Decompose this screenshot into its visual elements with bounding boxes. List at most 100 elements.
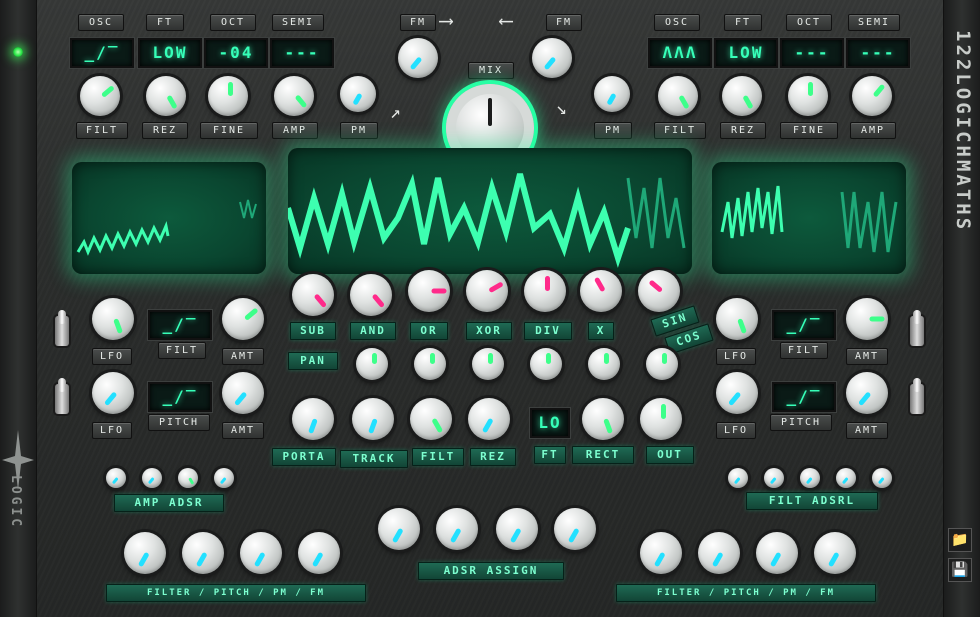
x-label: X [588, 322, 614, 340]
right-amt1-knob[interactable] [843, 295, 891, 343]
osc2-fm-knob[interactable] [529, 35, 575, 81]
left-assign-pm-knob[interactable] [237, 529, 285, 577]
osc1-scope [72, 162, 266, 274]
xor-label: XOR [466, 322, 512, 340]
left-assign-fm-knob[interactable] [295, 529, 343, 577]
pan-knob-4[interactable] [527, 345, 565, 383]
sincos-knob[interactable] [635, 267, 683, 315]
filt-decay-knob[interactable] [761, 465, 787, 491]
assign-knob-2[interactable] [433, 505, 481, 553]
pan-knob-3[interactable] [469, 345, 507, 383]
right-assign-fm-knob[interactable] [811, 529, 859, 577]
osc2-pm-knob[interactable] [591, 73, 633, 115]
osc2-semi-label: SEMI [848, 14, 900, 31]
osc1-fine-knob[interactable] [205, 73, 251, 119]
track-label: TRACK [340, 450, 408, 468]
pan-knob-2[interactable] [411, 345, 449, 383]
save-icon[interactable]: 💾 [948, 558, 972, 582]
amp-sustain-knob[interactable] [175, 465, 201, 491]
lfo2-right-toggle[interactable] [910, 378, 924, 414]
ft-label: FT [534, 446, 566, 464]
osc2-rez-knob[interactable] [719, 73, 765, 119]
right-amt2-knob[interactable] [843, 369, 891, 417]
osc1-pm-label: PM [340, 122, 378, 139]
left-amt2-knob[interactable] [219, 369, 267, 417]
left-assign-label: FILTER / PITCH / PM / FM [106, 584, 366, 602]
ft-display[interactable]: LO [530, 408, 570, 438]
lfo1-left-toggle[interactable] [55, 310, 69, 346]
filt-attack-knob[interactable] [725, 465, 751, 491]
right-pitch-display[interactable]: _/‾ [772, 382, 836, 412]
xor-knob[interactable] [463, 267, 511, 315]
right-lfo1-knob[interactable] [713, 295, 761, 343]
left-assign-filter-knob[interactable] [121, 529, 169, 577]
rez-knob[interactable] [465, 395, 513, 443]
lfo2-left-toggle[interactable] [55, 378, 69, 414]
right-assign-pitch-knob[interactable] [695, 529, 743, 577]
amp-decay-knob[interactable] [139, 465, 165, 491]
porta-knob[interactable] [289, 395, 337, 443]
left-assign-pitch-knob[interactable] [179, 529, 227, 577]
out-label: OUT [646, 446, 694, 464]
power-led-icon[interactable] [13, 47, 23, 57]
x-knob[interactable] [577, 267, 625, 315]
osc2-ft-display[interactable]: LOW [714, 38, 778, 68]
lfo1-right-toggle[interactable] [910, 310, 924, 346]
fm-right-arrow-icon: ⟶ [440, 8, 453, 32]
osc1-rez-knob[interactable] [143, 73, 189, 119]
osc2-oct-display[interactable]: --- [780, 38, 844, 68]
osc2-amp-knob[interactable] [849, 73, 895, 119]
rez-label: REZ [470, 448, 516, 466]
rect-knob[interactable] [579, 395, 627, 443]
pan-knob-6[interactable] [643, 345, 681, 383]
pan-knob-5[interactable] [585, 345, 623, 383]
or-knob[interactable] [405, 267, 453, 315]
left-lfo1-knob[interactable] [89, 295, 137, 343]
osc2-semi-display[interactable]: --- [846, 38, 910, 68]
track-knob[interactable] [349, 395, 397, 443]
osc1-filt-knob[interactable] [77, 73, 123, 119]
osc1-semi-label: SEMI [272, 14, 324, 31]
osc1-oct-display[interactable]: -04 [204, 38, 268, 68]
assign-knob-4[interactable] [551, 505, 599, 553]
osc2-scope [712, 162, 906, 274]
osc1-fm-knob[interactable] [395, 35, 441, 81]
osc2-filt-knob[interactable] [655, 73, 701, 119]
left-amt1-knob[interactable] [219, 295, 267, 343]
osc1-pm-knob[interactable] [337, 73, 379, 115]
osc1-semi-display[interactable]: --- [270, 38, 334, 68]
assign-knob-3[interactable] [493, 505, 541, 553]
folder-icon[interactable]: 📁 [948, 528, 972, 552]
assign-knob-1[interactable] [375, 505, 423, 553]
left-filt-display[interactable]: _/‾ [148, 310, 212, 340]
osc2-wave-display[interactable]: ΛΛΛ [648, 38, 712, 68]
left-amt1-label: AMT [222, 348, 264, 365]
filt-level-knob[interactable] [869, 465, 895, 491]
div-knob[interactable] [521, 267, 569, 315]
out-knob[interactable] [637, 395, 685, 443]
osc1-filt-label: FILT [76, 122, 128, 139]
filt-release-knob[interactable] [833, 465, 859, 491]
sub-knob[interactable] [289, 271, 337, 319]
pan-knob-1[interactable] [353, 345, 391, 383]
left-lfo2-knob[interactable] [89, 369, 137, 417]
filt-knob[interactable] [407, 395, 455, 443]
amp-release-knob[interactable] [211, 465, 237, 491]
or-label: OR [410, 322, 448, 340]
filt-adsrl-label: FILT ADSRL [746, 492, 878, 510]
right-assign-filter-knob[interactable] [637, 529, 685, 577]
osc1-ft-display[interactable]: LOW [138, 38, 202, 68]
left-pitch-display[interactable]: _/‾ [148, 382, 212, 412]
fm-left-arrow-icon: ⟵ [500, 8, 513, 32]
osc1-amp-knob[interactable] [271, 73, 317, 119]
and-knob[interactable] [347, 271, 395, 319]
amp-attack-knob[interactable] [103, 465, 129, 491]
right-assign-pm-knob[interactable] [753, 529, 801, 577]
osc2-fine-knob[interactable] [785, 73, 831, 119]
right-lfo2-knob[interactable] [713, 369, 761, 417]
right-filt-display[interactable]: _/‾ [772, 310, 836, 340]
star-emblem-icon [2, 430, 34, 490]
pan-label: PAN [288, 352, 338, 370]
filt-sustain-knob[interactable] [797, 465, 823, 491]
osc1-wave-display[interactable]: _/‾ [70, 38, 134, 68]
